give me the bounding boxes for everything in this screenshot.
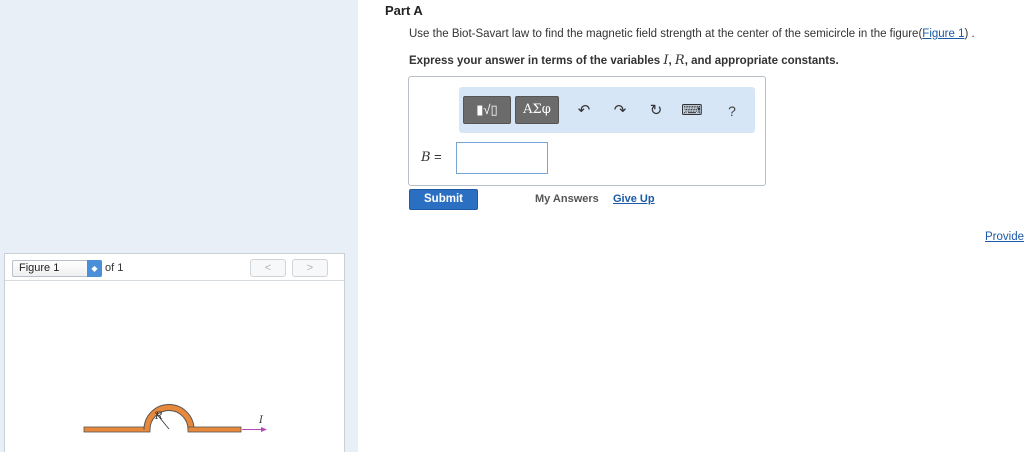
variable-r: R bbox=[674, 53, 685, 68]
answer-equals: = bbox=[430, 149, 442, 164]
math-toolbar: ▮√▯ ΑΣφ ↶ ↷ ↻ ⌨ ? bbox=[459, 87, 755, 133]
part-title: Part A bbox=[385, 3, 423, 18]
next-figure-button[interactable]: > bbox=[292, 259, 328, 277]
figure-link[interactable]: Figure 1 bbox=[922, 28, 964, 40]
undo-icon[interactable]: ↶ bbox=[573, 100, 595, 122]
help-button[interactable]: ? bbox=[721, 100, 743, 122]
figure-count: of 1 bbox=[105, 262, 124, 274]
wire-left-segment bbox=[83, 426, 151, 433]
wire-right-segment bbox=[187, 426, 242, 433]
instruction-suffix: , and appropriate constants. bbox=[684, 55, 839, 67]
figure-panel: Figure 1 ◆ of 1 < > R I bbox=[4, 253, 345, 452]
chevron-updown-icon: ◆ bbox=[87, 260, 102, 277]
previous-figure-button[interactable]: < bbox=[250, 259, 286, 277]
provide-feedback-link[interactable]: Provide bbox=[985, 231, 1024, 243]
answer-instruction: Express your answer in terms of the vari… bbox=[409, 53, 839, 68]
answer-input[interactable] bbox=[456, 142, 548, 174]
reset-icon[interactable]: ↻ bbox=[645, 100, 667, 122]
question-text: Use the Biot-Savart law to find the magn… bbox=[409, 28, 975, 40]
figure-header: Figure 1 ◆ of 1 < > bbox=[5, 254, 344, 281]
answer-box: ▮√▯ ΑΣφ ↶ ↷ ↻ ⌨ ? B = bbox=[408, 76, 766, 186]
current-arrow-head bbox=[261, 427, 267, 432]
symbols-button[interactable]: ΑΣφ bbox=[515, 96, 559, 124]
question-body: Use the Biot-Savart law to find the magn… bbox=[409, 28, 923, 40]
radius-label: R bbox=[154, 411, 163, 422]
submit-button[interactable]: Submit bbox=[409, 189, 478, 210]
figure-select-value: Figure 1 bbox=[19, 262, 60, 274]
my-answers-label: My Answers bbox=[535, 193, 599, 205]
question-end: ) . bbox=[964, 28, 975, 40]
figure-image: R I bbox=[83, 404, 267, 433]
instruction-prefix: Express your answer in terms of the vari… bbox=[409, 55, 664, 67]
redo-icon[interactable]: ↷ bbox=[609, 100, 631, 122]
answer-label: B = bbox=[421, 149, 442, 165]
figure-select[interactable]: Figure 1 ◆ bbox=[12, 260, 102, 277]
current-label: I bbox=[258, 415, 264, 426]
answer-variable: B bbox=[421, 150, 431, 165]
templates-button[interactable]: ▮√▯ bbox=[463, 96, 511, 124]
give-up-link[interactable]: Give Up bbox=[613, 193, 655, 205]
keyboard-icon[interactable]: ⌨ bbox=[681, 100, 703, 122]
